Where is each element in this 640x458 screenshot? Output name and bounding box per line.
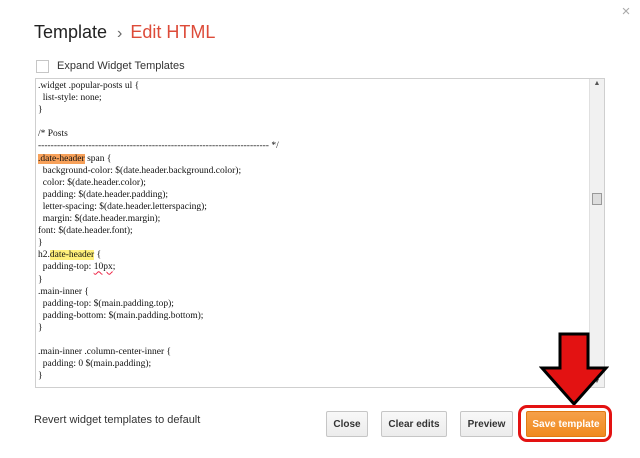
dialog-title: Template › Edit HTML — [34, 20, 215, 46]
close-icon[interactable]: × — [620, 4, 632, 19]
close-button[interactable]: Close — [326, 411, 368, 437]
code-line: padding-bottom: $(main.padding.bottom); — [38, 310, 588, 322]
code-text: padding: 0 $(main.padding); — [38, 359, 152, 370]
code-line: } — [38, 370, 588, 382]
code-line: } — [38, 322, 588, 334]
code-line: letter-spacing: $(date.header.letterspac… — [38, 201, 588, 213]
code-text: padding-top: $(main.padding.top); — [38, 298, 174, 309]
code-line: font: $(date.header.font); — [38, 225, 588, 237]
code-line: padding-top: 10px; — [38, 261, 588, 273]
code-line: color: $(date.header.color); — [38, 177, 588, 189]
expand-checkbox[interactable] — [36, 59, 49, 73]
code-text: letter-spacing: $(date.header.letterspac… — [38, 201, 207, 212]
code-text: .main-inner { — [38, 286, 89, 297]
code-line: list-style: none; — [38, 92, 588, 104]
code-text: .widget .popular-posts ul { — [38, 81, 140, 91]
code-line: margin: $(date.header.margin); — [38, 213, 588, 225]
code-text: color: $(date.header.color); — [38, 177, 146, 188]
code-text: h2. — [38, 250, 50, 261]
expand-label: Expand Widget Templates — [57, 60, 185, 72]
preview-button[interactable]: Preview — [460, 411, 513, 437]
revert-widget-templates-link[interactable]: Revert widget templates to default — [34, 414, 200, 426]
code-text: { — [94, 250, 102, 261]
code-line: } — [38, 237, 588, 249]
code-text: span { — [84, 153, 112, 164]
arrow-down-icon — [539, 332, 609, 406]
code-text: /* Posts — [38, 129, 68, 140]
code-text: padding-top: — [38, 262, 94, 273]
code-line: /* Posts — [38, 128, 588, 140]
code-text: list-style: none; — [38, 93, 102, 104]
code-text: background-color: $(date.header.backgrou… — [38, 165, 242, 176]
code-line: .main-inner .column-center-inner { — [38, 346, 588, 358]
code-text: ; — [112, 262, 116, 273]
code-line: background-color: $(date.header.backgrou… — [38, 165, 588, 177]
code-line: .widget .popular-posts ul { — [38, 80, 588, 92]
code-line: padding: $(date.header.padding); — [38, 189, 588, 201]
code-line: ----------------------------------------… — [38, 140, 588, 152]
code-text: } — [38, 238, 43, 249]
code-line: } — [38, 104, 588, 116]
scrollbar-thumb[interactable] — [592, 193, 602, 205]
code-text: font: $(date.header.font); — [38, 226, 133, 237]
code-line: h2.date-header { — [38, 249, 588, 261]
code-text: .main-inner .column-center-inner { — [38, 347, 172, 358]
code-line: } — [38, 274, 588, 286]
code-line: padding-top: $(main.padding.top); — [38, 298, 588, 310]
code-text: } — [38, 322, 43, 333]
code-line: .main-inner { — [38, 286, 588, 298]
code-text: padding-bottom: $(main.padding.bottom); — [38, 310, 204, 321]
code-text: } — [38, 371, 43, 382]
breadcrumb-separator: › — [117, 25, 123, 42]
code-text: padding: $(date.header.padding); — [38, 189, 169, 200]
html-editor[interactable]: .widget .popular-posts ul { list-style: … — [35, 78, 605, 388]
search-highlight: date-header — [49, 250, 95, 261]
code-line: .date-header span { — [38, 153, 588, 165]
page-title: Template — [34, 22, 108, 42]
code-text: ----------------------------------------… — [38, 141, 279, 152]
code-text: } — [38, 274, 43, 285]
expand-widget-templates[interactable]: Expand Widget Templates — [36, 58, 185, 74]
page-subtitle: Edit HTML — [130, 22, 216, 42]
code-text: } — [38, 105, 43, 116]
highlight-ring — [518, 405, 612, 442]
scroll-up-icon[interactable]: ▲ — [590, 79, 604, 89]
code-line: padding: 0 $(main.padding); — [38, 358, 588, 370]
search-highlight-current: .date-header — [38, 153, 85, 164]
spellcheck-underline: 10px — [93, 262, 113, 273]
code-content[interactable]: .widget .popular-posts ul { list-style: … — [38, 80, 588, 382]
clear-edits-button[interactable]: Clear edits — [381, 411, 447, 437]
code-text: margin: $(date.header.margin); — [38, 214, 161, 225]
